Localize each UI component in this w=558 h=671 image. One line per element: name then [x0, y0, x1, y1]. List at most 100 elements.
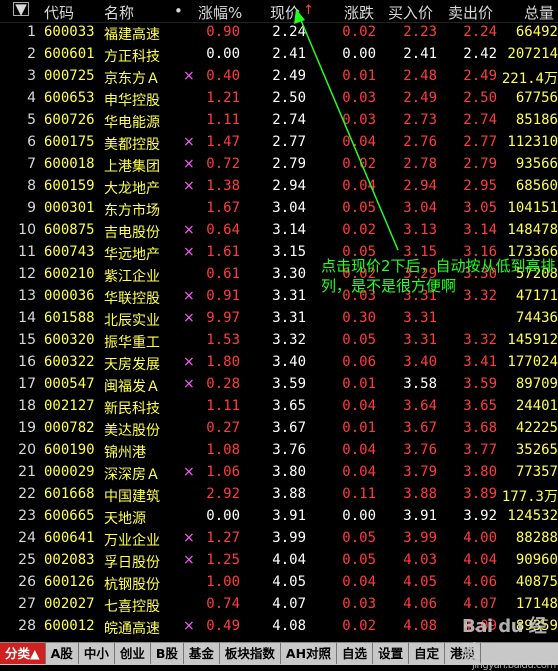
- header-name[interactable]: 名称: [104, 2, 134, 23]
- header-bid[interactable]: 买入价: [388, 2, 433, 23]
- tab-10[interactable]: 自定: [409, 643, 446, 664]
- volume-cell: 104151: [507, 200, 558, 216]
- change-pct-cell: 0.61: [206, 266, 240, 282]
- sort-dropdown-icon[interactable]: ▼: [13, 2, 29, 17]
- change-pct-cell: 1.53: [206, 332, 240, 348]
- table-row[interactable]: 3 000725 京东方Ａ × 0.40 2.49 0.01 2.48 2.49 221.4万: [0, 67, 558, 89]
- price-cell: 2.49: [272, 68, 306, 84]
- header-dot: •: [174, 2, 183, 20]
- tab-6[interactable]: 板块指数: [220, 643, 281, 664]
- row-index: 7: [27, 156, 36, 172]
- table-row[interactable]: 1 600033 福建高速 0.90 2.24 0.02 2.23 2.24 66492: [0, 23, 558, 45]
- table-row[interactable]: 15 600320 振华重工 1.53 3.32 0.05 3.31 3.32 145912: [0, 331, 558, 353]
- volume-cell: 177.3万: [501, 489, 558, 505]
- change-cell: 0.03: [342, 112, 376, 128]
- change-pct-cell: 0.90: [206, 24, 240, 40]
- bid-cell: 2.49: [403, 90, 437, 106]
- table-row[interactable]: 16 600322 天房发展 × 1.80 3.40 0.06 3.40 3.41 177024: [0, 353, 558, 375]
- table-row[interactable]: 23 600665 天地源 0.00 3.91 0.00 3.91 3.92 124532: [0, 507, 558, 529]
- tab-2[interactable]: 中小: [79, 643, 115, 664]
- tab-1[interactable]: A股: [46, 643, 79, 664]
- header-volume[interactable]: 总量: [524, 2, 554, 23]
- volume-cell: 85186: [515, 112, 558, 128]
- volume-cell: 17148: [515, 596, 558, 612]
- row-index: 27: [18, 596, 36, 612]
- row-index: 8: [27, 178, 36, 194]
- tab-0[interactable]: 分类▲: [0, 643, 46, 664]
- table-row[interactable]: 25 002083 孚日股份 × 1.25 4.04 0.05 4.03 4.04 90960: [0, 551, 558, 573]
- ask-cell: 3.05: [463, 200, 497, 216]
- bid-cell: 3.64: [403, 398, 437, 414]
- table-row[interactable]: 9 000301 东方市场 1.67 3.04 0.05 3.04 3.05 104151: [0, 199, 558, 221]
- table-row[interactable]: 24 600641 万业企业 × 1.27 3.99 0.05 3.99 4.00 88288: [0, 529, 558, 551]
- stock-name: 万业企业: [104, 533, 160, 549]
- table-row[interactable]: 20 600190 锦州港 1.08 3.76 0.04 3.76 3.77 35265: [0, 441, 558, 463]
- row-index: 5: [27, 112, 36, 128]
- row-index: 12: [18, 266, 36, 282]
- header-change[interactable]: 涨跌: [344, 2, 374, 23]
- ask-cell: 2.50: [463, 90, 497, 106]
- header-code[interactable]: 代码: [44, 2, 74, 23]
- tab-7[interactable]: AH对照: [281, 643, 338, 664]
- volume-cell: 42225: [515, 420, 558, 436]
- header-price[interactable]: 现价: [270, 2, 300, 23]
- price-cell: 3.65: [272, 398, 306, 414]
- price-cell: 3.04: [272, 200, 306, 216]
- table-row[interactable]: 4 600653 申华控股 1.21 2.50 0.03 2.49 2.50 67756: [0, 89, 558, 111]
- stock-name: 皖通高速: [104, 621, 160, 637]
- bid-cell: 3.40: [403, 354, 437, 370]
- row-index: 15: [18, 332, 36, 348]
- header-ask[interactable]: 卖出价: [448, 2, 493, 23]
- table-row[interactable]: 6 600175 美都控股 × 1.47 2.77 0.04 2.76 2.77 112310: [0, 133, 558, 155]
- change-cell: 0.02: [342, 222, 376, 238]
- stock-code: 600726: [44, 112, 95, 128]
- row-index: 13: [18, 288, 36, 304]
- row-index: 23: [18, 508, 36, 524]
- volume-cell: 24401: [515, 398, 558, 414]
- table-row[interactable]: 17 000547 闽福发Ａ × 0.28 3.59 0.01 3.58 3.59 89709: [0, 375, 558, 397]
- stock-name: 七喜控股: [104, 599, 160, 615]
- stock-name: 新民科技: [104, 401, 160, 417]
- table-row[interactable]: 18 002127 新民科技 1.11 3.65 0.04 3.64 3.65 24401: [0, 397, 558, 419]
- ask-cell: 3.89: [463, 486, 497, 502]
- volume-cell: 90960: [515, 552, 558, 568]
- table-row[interactable]: 14 601588 北辰实业 × 9.97 3.31 0.30 3.31 74436: [0, 309, 558, 331]
- row-index: 4: [27, 90, 36, 106]
- change-pct-cell: 0.27: [206, 420, 240, 436]
- change-pct-cell: 1.08: [206, 442, 240, 458]
- stock-code: 600190: [44, 442, 95, 458]
- stock-code: 600012: [44, 618, 95, 634]
- table-row[interactable]: 10 600875 吉电股份 × 0.64 3.14 0.02 3.13 3.14 148478: [0, 221, 558, 243]
- price-cell: 2.79: [272, 156, 306, 172]
- change-pct-cell: 1.47: [206, 134, 240, 150]
- table-row[interactable]: 19 000782 美达股份 0.27 3.67 0.01 3.67 3.68 42225: [0, 419, 558, 441]
- volume-cell: 148478: [507, 222, 558, 238]
- tab-8[interactable]: 自选: [337, 643, 374, 664]
- table-row[interactable]: 26 600126 杭钢股份 1.00 4.05 0.04 4.05 4.06 40875: [0, 573, 558, 595]
- stock-name: 大龙地产: [104, 181, 160, 197]
- change-cell: 0.05: [342, 552, 376, 568]
- row-index: 20: [18, 442, 36, 458]
- tab-4[interactable]: B股: [151, 643, 184, 664]
- change-pct-cell: 0.72: [206, 156, 240, 172]
- bid-cell: 2.48: [403, 68, 437, 84]
- bid-cell: 2.78: [403, 156, 437, 172]
- table-row[interactable]: 22 601668 中国建筑 2.92 3.88 0.11 3.88 3.89 177.3万: [0, 485, 558, 507]
- row-index: 24: [18, 530, 36, 546]
- tab-9[interactable]: 设置: [373, 643, 410, 664]
- tab-3[interactable]: 创业: [115, 643, 151, 664]
- row-index: 11: [18, 244, 36, 260]
- table-row[interactable]: 5 600726 华电能源 1.11 2.74 0.03 2.73 2.74 85186: [0, 111, 558, 133]
- ask-cell: 2.95: [463, 178, 497, 194]
- table-row[interactable]: 7 600018 上港集团 × 0.72 2.79 0.02 2.78 2.79 93566: [0, 155, 558, 177]
- table-row[interactable]: 21 000029 深深房Ａ × 1.06 3.80 0.04 3.79 3.80 77357: [0, 463, 558, 485]
- table-row[interactable]: 2 600601 方正科技 0.00 2.41 0.00 2.41 2.42 207214: [0, 45, 558, 67]
- bid-cell: 3.13: [403, 222, 437, 238]
- change-pct-cell: 0.64: [206, 222, 240, 238]
- row-index: 3: [27, 68, 36, 84]
- change-cell: 0.01: [342, 420, 376, 436]
- tab-5[interactable]: 基金: [184, 643, 220, 664]
- table-row[interactable]: 8 600159 大龙地产 × 1.38 2.94 0.04 2.94 2.95 68560: [0, 177, 558, 199]
- bid-cell: 3.31: [403, 332, 437, 348]
- header-change-pct[interactable]: 涨幅%: [198, 2, 242, 23]
